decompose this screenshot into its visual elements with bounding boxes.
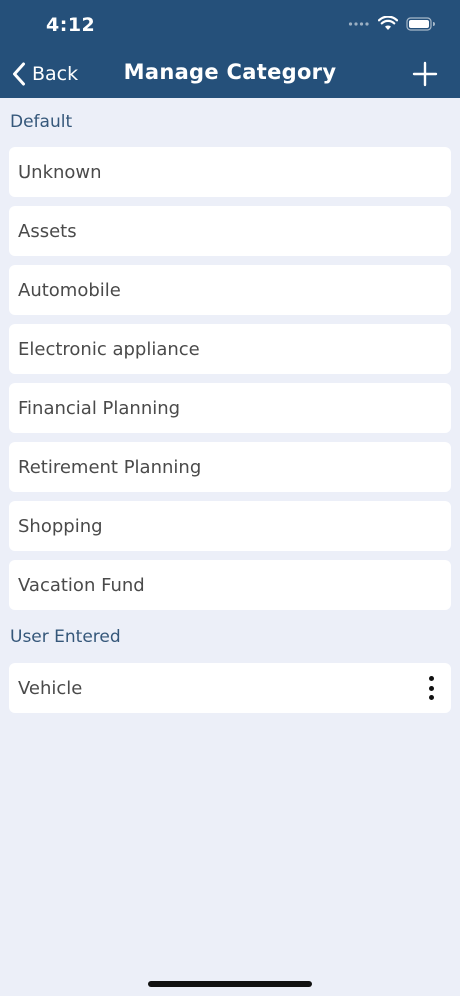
more-vertical-icon [428, 676, 434, 681]
category-item-vehicle[interactable]: Vehicle [9, 663, 451, 713]
category-item-shopping[interactable]: Shopping [9, 501, 451, 551]
category-label: Vehicle [18, 677, 83, 699]
battery-icon [406, 16, 435, 31]
back-button[interactable]: Back [12, 58, 78, 90]
category-item-assets[interactable]: Assets [9, 206, 451, 256]
back-button-label: Back [32, 63, 79, 85]
chevron-left-icon [13, 62, 25, 86]
navigation-bar: Manage Category Back [0, 50, 460, 98]
signal-dots-icon [348, 21, 369, 26]
add-category-button[interactable] [412, 61, 438, 87]
more-vertical-icon-dot [428, 685, 434, 691]
category-label: Unknown [18, 161, 102, 183]
category-label: Automobile [18, 279, 121, 301]
category-item-automobile[interactable]: Automobile [9, 265, 451, 315]
category-item-retirement-planning[interactable]: Retirement Planning [9, 442, 451, 492]
wifi-icon [378, 16, 398, 30]
category-label: Assets [18, 220, 77, 242]
more-options-button[interactable] [423, 676, 439, 700]
section-header-user-entered: User Entered [10, 627, 121, 647]
category-label: Financial Planning [18, 397, 181, 419]
more-vertical-icon-dot [428, 695, 434, 700]
category-item-vacation-fund[interactable]: Vacation Fund [9, 560, 451, 610]
category-item-financial-planning[interactable]: Financial Planning [9, 383, 451, 433]
status-time: 4:12 [46, 14, 96, 36]
category-label: Shopping [18, 515, 103, 537]
app-header: 4:12 Manage Category Back [0, 0, 460, 98]
section-header-default: Default [10, 112, 73, 132]
status-icons [348, 16, 436, 31]
category-label: Electronic appliance [18, 338, 200, 360]
category-label: Vacation Fund [18, 574, 145, 596]
category-item-unknown[interactable]: Unknown [9, 147, 451, 197]
category-item-electronic-appliance[interactable]: Electronic appliance [9, 324, 451, 374]
category-label: Retirement Planning [18, 456, 202, 478]
status-bar: 4:12 [0, 0, 460, 50]
plus-icon [412, 61, 438, 87]
home-indicator[interactable] [148, 981, 312, 987]
